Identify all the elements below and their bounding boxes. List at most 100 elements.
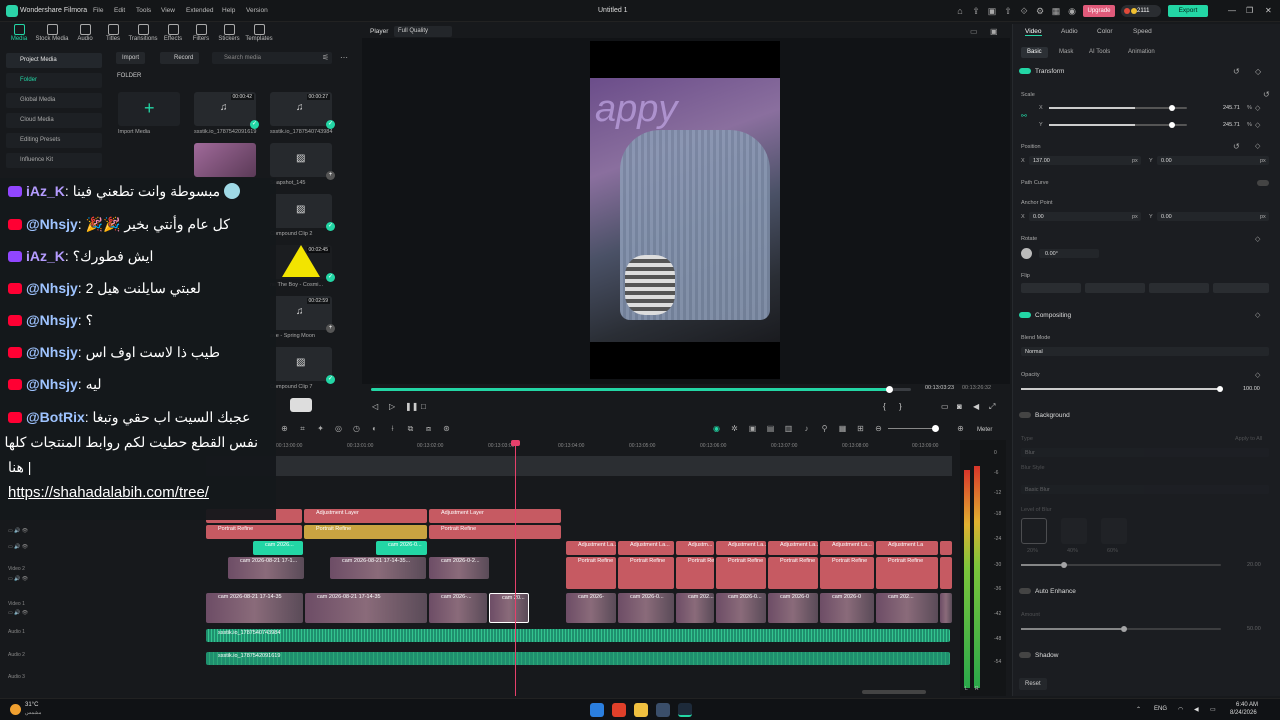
filter-icon[interactable]: ⚟: [322, 53, 329, 62]
fullscreen-icon[interactable]: ⤢: [989, 402, 995, 412]
clip-portrait-refine[interactable]: Portrait Refine: [876, 557, 938, 589]
marker-icon[interactable]: ▣: [748, 424, 757, 433]
explorer-icon[interactable]: [634, 703, 648, 717]
amount-slider[interactable]: [1021, 626, 1221, 632]
ai-icon[interactable]: ◉: [712, 424, 721, 433]
zoom-icon[interactable]: ⊕: [280, 424, 289, 433]
clip-video1-selected[interactable]: cam 20...: [489, 593, 529, 623]
progress-knob[interactable]: [886, 386, 894, 393]
media-item-compound-2[interactable]: ▨ ✓ Compound Clip 2: [270, 194, 335, 237]
clock-date[interactable]: 8/24/2026: [1230, 710, 1257, 716]
tab-audio-props[interactable]: Audio: [1061, 28, 1078, 35]
flip-vertical-button[interactable]: [1021, 283, 1081, 293]
tab-stickers[interactable]: Stickers: [212, 24, 246, 42]
menu-tools[interactable]: Tools: [136, 7, 151, 14]
clip-portrait-refine[interactable]: Portrait Refine: [618, 557, 674, 589]
path-curve-toggle[interactable]: [1257, 180, 1269, 186]
anchor-y-field[interactable]: 0.00 px: [1157, 212, 1269, 221]
share-icon[interactable]: ⇪: [971, 6, 981, 16]
record-button[interactable]: Record: [160, 52, 200, 64]
media-item-spring-moon[interactable]: 00:02:59 ♫ + ave - Spring Moon: [270, 296, 335, 339]
zoom-knob[interactable]: [932, 425, 939, 432]
nav-folder[interactable]: Folder: [6, 73, 102, 88]
clock-time[interactable]: 6:40 AM: [1236, 702, 1258, 708]
timeline-ruler[interactable]: 00:13:00:00 00:13:01:00 00:13:02:00 00:1…: [206, 440, 956, 454]
more-icon[interactable]: ⋯: [340, 53, 348, 62]
filmora-taskbar-icon[interactable]: [678, 703, 692, 717]
clip-adjustment[interactable]: Adjustment La...: [566, 541, 616, 555]
layers-icon[interactable]: ⧉: [406, 424, 415, 433]
clip-adjustment[interactable]: Adjustment La...: [716, 541, 766, 555]
grid-tl-icon[interactable]: ⊞: [856, 424, 865, 433]
clip-portrait-refine[interactable]: Portrait Refine: [566, 557, 616, 589]
clip-portrait-refine[interactable]: [940, 557, 952, 589]
notification-icon[interactable]: ⟐: [1019, 6, 1029, 16]
clip-audio-2[interactable]: ssstik.io_1787542091619: [206, 652, 950, 665]
clip-video2[interactable]: cam 2026-08-21 17-1...: [228, 557, 304, 579]
upgrade-button[interactable]: Upgrade: [1083, 5, 1115, 17]
settings-icon[interactable]: ⚙: [1035, 6, 1045, 16]
rotate-dial[interactable]: [1021, 248, 1032, 259]
playhead[interactable]: [515, 440, 516, 696]
devices-icon[interactable]: ⌂: [955, 6, 965, 16]
prev-frame-icon[interactable]: ◁: [372, 402, 378, 411]
weather-icon[interactable]: [10, 704, 21, 715]
upload-icon[interactable]: ⇧: [1003, 6, 1013, 16]
opacity-value[interactable]: 100.00: [1243, 386, 1260, 392]
media-item-snapshot[interactable]: ▨ + Snapshot_145: [270, 143, 335, 186]
steam-icon[interactable]: [656, 703, 670, 717]
clip-portrait-refine[interactable]: Portrait Refine: [429, 525, 561, 539]
subtab-ai-tools[interactable]: AI Tools: [1083, 47, 1116, 58]
nav-cloud-media[interactable]: Cloud Media: [6, 113, 102, 128]
media-item-partial[interactable]: [290, 398, 312, 412]
stop-icon[interactable]: □: [421, 402, 426, 411]
track-header-cam[interactable]: ▭ 🔊 👁: [8, 544, 28, 550]
blur-style-select[interactable]: Basic Blur: [1021, 485, 1269, 494]
background-toggle[interactable]: [1019, 412, 1031, 419]
clip-video1[interactable]: cam 2026-08-21 17-14-35: [206, 593, 303, 623]
clip-adjustment[interactable]: Adjustment La...: [618, 541, 674, 555]
export-button[interactable]: Export: [1168, 5, 1208, 17]
zoom-in-icon[interactable]: ⊕: [956, 424, 965, 433]
media-item-audio-1[interactable]: 00:00:42 ♫ ✓ ssstik.io_1787542091619: [194, 92, 259, 135]
import-button[interactable]: Import: [116, 52, 146, 64]
clip-adjustment[interactable]: Adjustment Layer: [429, 509, 561, 523]
keyframe-icon[interactable]: ◇: [1255, 67, 1261, 76]
track-header-adj[interactable]: ▭ 🔊 👁: [8, 528, 28, 534]
menu-help[interactable]: Help: [222, 7, 235, 14]
reset-icon[interactable]: ↺: [1233, 67, 1240, 76]
track-controls-video2[interactable]: ▭ 🔊 👁: [8, 576, 28, 582]
opacity-slider[interactable]: [1021, 386, 1223, 392]
clip-video1[interactable]: cam 2026-...: [429, 593, 487, 623]
split-icon[interactable]: ⟊: [388, 424, 397, 433]
nav-influence-kit[interactable]: Influence Kit: [6, 153, 102, 168]
tab-color[interactable]: Color: [1097, 28, 1113, 35]
clip-adjustment[interactable]: Adjustm...: [676, 541, 714, 555]
clip-icon[interactable]: ▥: [784, 424, 793, 433]
compositing-toggle[interactable]: [1019, 312, 1031, 319]
keyframe-icon[interactable]: ◇: [1255, 142, 1260, 150]
clip-portrait-refine[interactable]: Portrait Refine: [820, 557, 874, 589]
media-item-video-1[interactable]: [194, 143, 256, 177]
menu-file[interactable]: File: [93, 7, 103, 14]
chat-link[interactable]: https://shahadalabih.com/tree/: [8, 484, 209, 501]
maximize-icon[interactable]: ❐: [1246, 6, 1253, 15]
position-reset-icon[interactable]: ↺: [1233, 142, 1240, 151]
credits-badge[interactable]: 2111: [1121, 5, 1161, 17]
subtab-animation[interactable]: Animation: [1122, 47, 1161, 58]
transform-toggle[interactable]: [1019, 68, 1031, 75]
pause-icon[interactable]: ❚❚: [405, 402, 418, 411]
import-media-tile[interactable]: + Import Media: [118, 92, 180, 135]
mark-out-icon[interactable]: }: [899, 402, 902, 411]
clip-adjustment[interactable]: Adjustment La...: [768, 541, 818, 555]
keyframe-icon[interactable]: ◇: [1255, 311, 1260, 319]
crop-icon[interactable]: ⌗: [298, 424, 307, 433]
scale-x-value[interactable]: 245.71: [1223, 105, 1240, 111]
volume-icon[interactable]: ◀: [973, 402, 979, 411]
clip-adjustment[interactable]: Adjustment La...: [820, 541, 874, 555]
tab-templates[interactable]: Templates: [242, 24, 276, 42]
anchor-x-field[interactable]: 0.00 px: [1029, 212, 1141, 221]
compare-icon[interactable]: ▭: [970, 27, 978, 36]
minimize-icon[interactable]: —: [1228, 6, 1236, 15]
nav-editing-presets[interactable]: Editing Presets: [6, 133, 102, 148]
